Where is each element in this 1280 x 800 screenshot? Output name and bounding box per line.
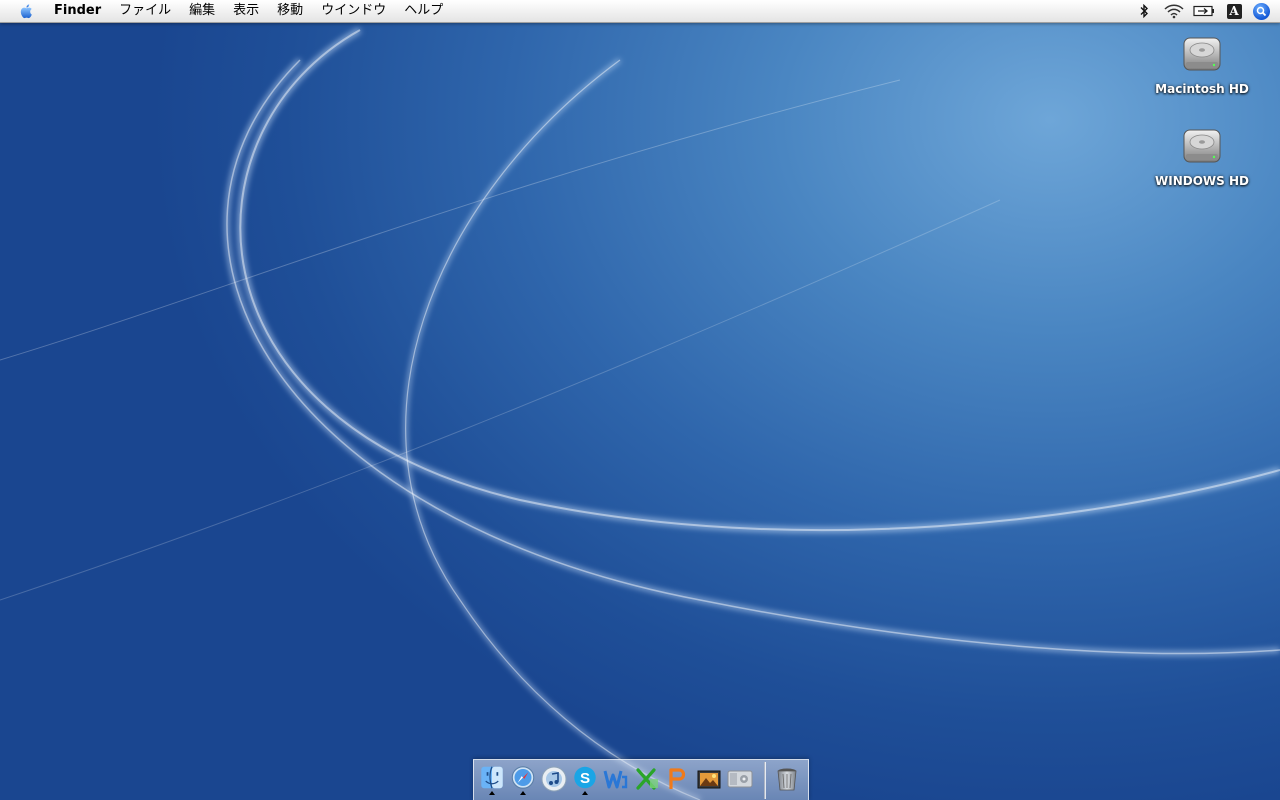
spotlight-icon[interactable]	[1253, 2, 1270, 20]
wallpaper-swoosh	[0, 27, 1280, 800]
running-indicator	[520, 791, 526, 795]
input-menu-glyph: A	[1226, 3, 1242, 19]
desktop-icon-macintosh-hd[interactable]: Macintosh HD	[1147, 30, 1257, 97]
dock-item-system-preferences[interactable]	[726, 765, 754, 795]
menu-view[interactable]: 表示	[224, 0, 268, 22]
dock-item-finder[interactable]	[478, 765, 506, 795]
finder-icon	[481, 766, 503, 789]
word-icon	[603, 770, 628, 789]
desktop-icon-windows-hd[interactable]: WINDOWS HD	[1147, 122, 1257, 189]
safari-icon	[511, 766, 535, 789]
hard-drive-icon	[1183, 37, 1221, 71]
apple-icon[interactable]	[18, 2, 36, 20]
desktop: Finder ファイル 編集 表示 移動 ウインドウ ヘルプ A Macinto…	[0, 0, 1280, 800]
running-indicator	[489, 791, 495, 795]
menu-go[interactable]: 移動	[268, 0, 312, 22]
dock-item-excel[interactable]	[633, 765, 661, 795]
bluetooth-icon[interactable]	[1133, 2, 1155, 20]
status-menus: A	[1129, 0, 1280, 22]
running-indicator	[582, 791, 588, 795]
powerpoint-icon	[669, 768, 686, 789]
wifi-icon[interactable]	[1163, 2, 1185, 20]
hard-drive-icon	[1183, 129, 1221, 163]
dock-item-safari[interactable]	[509, 765, 537, 795]
skype-icon: S	[574, 766, 596, 789]
dock-item-powerpoint[interactable]	[664, 765, 692, 795]
dock: S	[473, 759, 809, 800]
itunes-icon	[541, 766, 567, 792]
menu-bar: Finder ファイル 編集 表示 移動 ウインドウ ヘルプ A	[0, 0, 1280, 23]
iphoto-icon	[697, 770, 721, 789]
input-menu-icon[interactable]: A	[1223, 2, 1245, 20]
dock-item-itunes[interactable]	[540, 765, 568, 795]
menu-file[interactable]: ファイル	[110, 0, 180, 22]
menu-items: Finder ファイル 編集 表示 移動 ウインドウ ヘルプ	[42, 0, 452, 22]
dock-item-skype[interactable]: S	[571, 765, 599, 795]
dock-item-word[interactable]	[602, 765, 630, 795]
excel-icon	[636, 768, 658, 790]
menu-finder[interactable]: Finder	[42, 0, 110, 22]
menu-edit[interactable]: 編集	[180, 0, 224, 22]
dock-item-trash[interactable]	[773, 765, 801, 795]
desktop-icon-label: WINDOWS HD	[1155, 174, 1249, 188]
trash-icon	[777, 768, 797, 791]
dock-item-iphoto[interactable]	[695, 765, 723, 795]
desktop-icon-label: Macintosh HD	[1155, 82, 1249, 96]
menu-window[interactable]: ウインドウ	[312, 0, 395, 22]
dock-separator	[764, 762, 766, 799]
battery-icon[interactable]	[1193, 2, 1215, 20]
menu-help[interactable]: ヘルプ	[395, 0, 452, 22]
svg-text:S: S	[580, 770, 590, 787]
system-preferences-icon	[727, 770, 753, 788]
